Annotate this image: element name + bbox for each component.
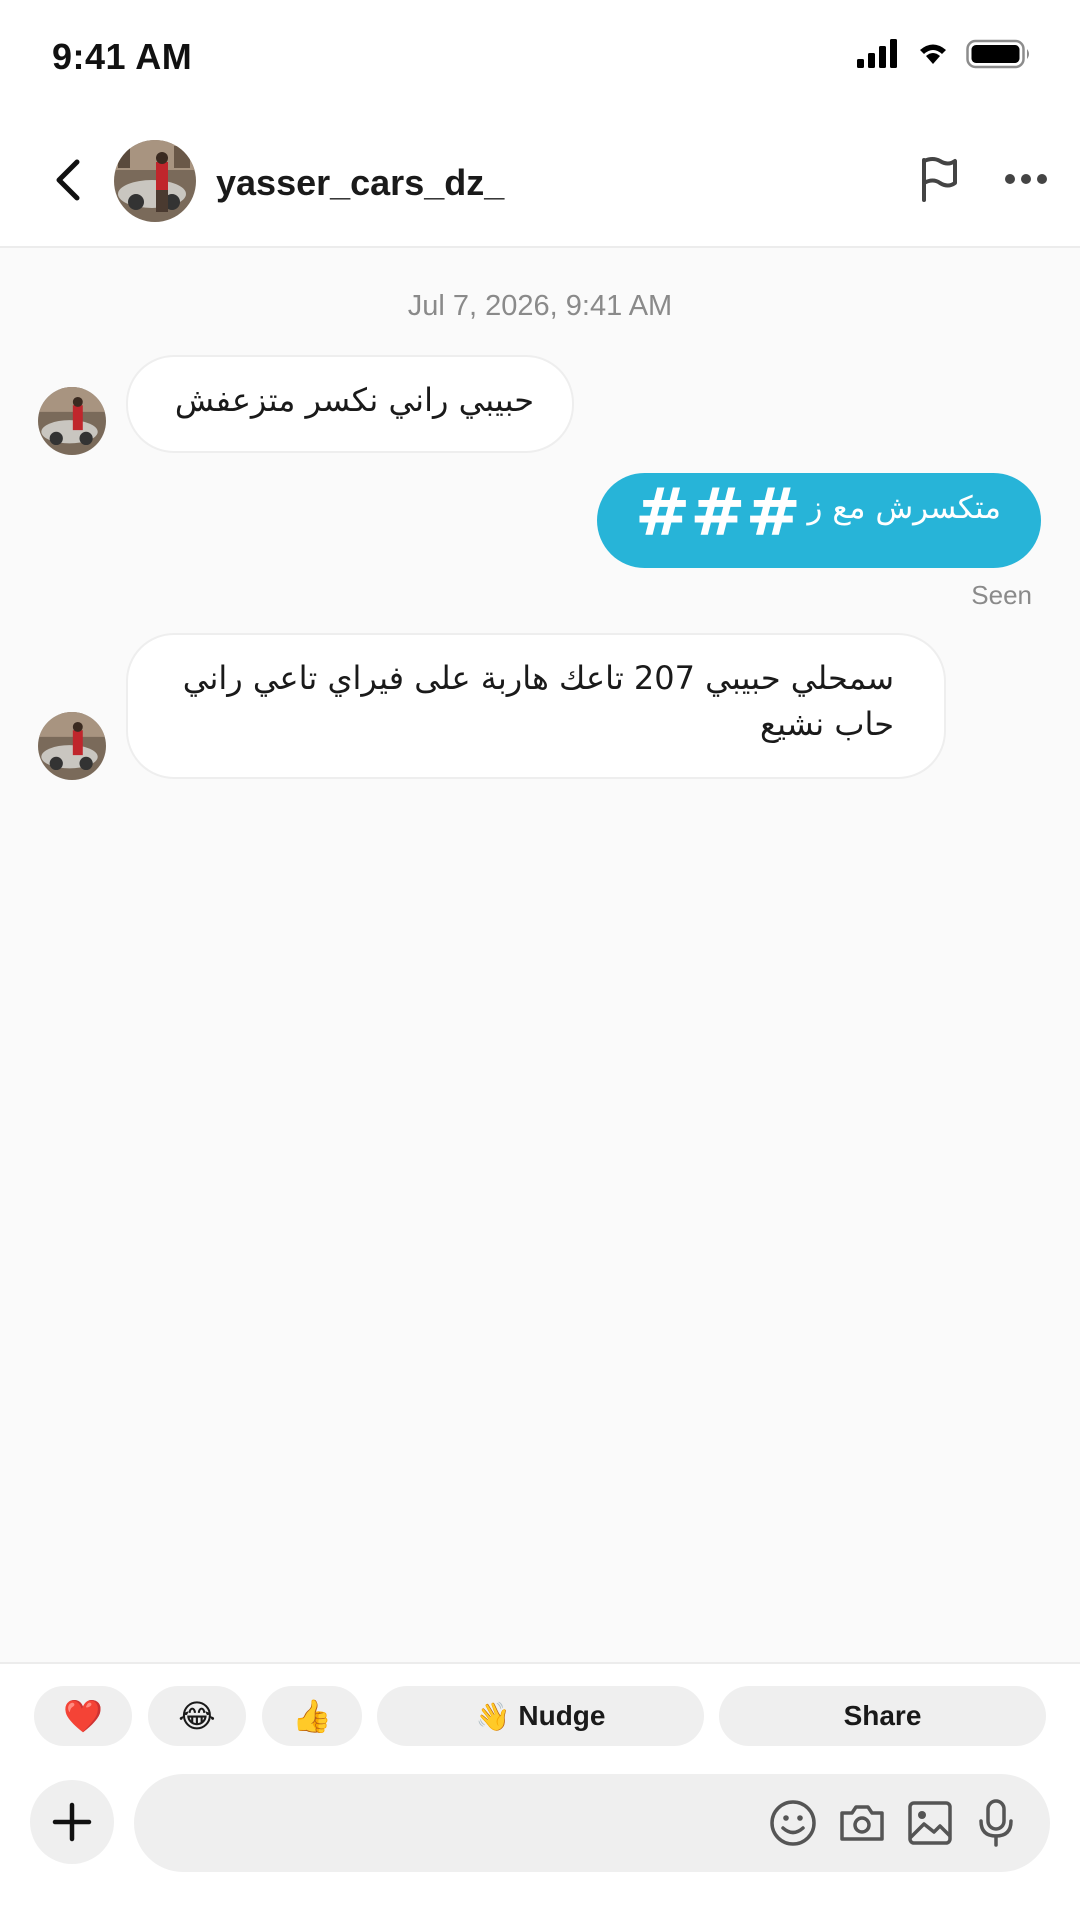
sender-avatar[interactable] (38, 712, 106, 780)
seen-status: Seen (971, 580, 1032, 610)
message-bubble-outgoing[interactable]: متكسرش مع ز ### (597, 473, 1041, 568)
chat-header: yasser_cars_dz_ (0, 112, 1080, 248)
reaction-thumbs-up-button[interactable]: 👍 (262, 1686, 362, 1746)
message-input[interactable] (164, 1774, 764, 1872)
status-icons (856, 38, 1032, 74)
share-label: Share (843, 1700, 922, 1731)
message-text: حبيبي راني نكسر متزعفش (174, 381, 534, 419)
message-overlay: ### (635, 474, 801, 551)
reaction-laugh-button[interactable]: 😂 (148, 1686, 246, 1746)
bottom-bar: ❤️ 😂 👍 👋 Nudge Share (0, 1662, 1080, 1920)
report-button[interactable] (910, 150, 968, 208)
more-options-button[interactable] (998, 150, 1054, 208)
add-attachment-button[interactable] (30, 1780, 114, 1864)
status-time: 9:41 AM (52, 36, 193, 77)
share-button[interactable]: Share (719, 1686, 1046, 1746)
message-bubble-incoming[interactable]: سمحلي حبيبي 207 تاعك هاربة على فيراي تاع… (126, 633, 946, 779)
nudge-button[interactable]: 👋 Nudge (377, 1686, 704, 1746)
flag-icon (922, 157, 957, 202)
microphone-icon (979, 1799, 1013, 1847)
message-text: متكسرش مع ز (807, 490, 1001, 526)
status-bar: 9:41 AM (0, 0, 1080, 112)
back-button[interactable] (40, 152, 96, 208)
message-composer (134, 1774, 1050, 1872)
nudge-label: Nudge (518, 1700, 606, 1731)
message-bubble-incoming[interactable]: حبيبي راني نكسر متزعفش (126, 355, 574, 453)
battery-icon (966, 39, 1032, 74)
more-icon (1005, 174, 1047, 184)
camera-button[interactable] (835, 1796, 889, 1850)
reaction-heart-button[interactable]: ❤️ (34, 1686, 132, 1746)
thumbs-up-icon: 👍 (292, 1698, 332, 1734)
back-icon (56, 159, 80, 201)
message-text: سمحلي حبيبي 207 تاعك هاربة على فيراي تاع… (182, 659, 894, 743)
wifi-icon (918, 42, 948, 71)
avatar[interactable] (114, 140, 196, 222)
heart-icon: ❤️ (63, 1698, 103, 1734)
plus-icon (52, 1802, 92, 1842)
gallery-button[interactable] (903, 1796, 957, 1850)
laugh-icon: 😂 (178, 1698, 216, 1734)
emoji-icon (770, 1800, 816, 1846)
wave-icon: 👋 (475, 1700, 511, 1732)
emoji-button[interactable] (766, 1796, 820, 1850)
camera-icon (840, 1805, 884, 1841)
image-icon (908, 1801, 952, 1845)
header-username[interactable]: yasser_cars_dz_ (216, 162, 504, 204)
signal-icon (856, 38, 900, 74)
sender-avatar[interactable] (38, 387, 106, 455)
voice-message-button[interactable] (969, 1796, 1023, 1850)
conversation-timestamp: Jul 7, 2026, 9:41 AM (407, 290, 673, 322)
